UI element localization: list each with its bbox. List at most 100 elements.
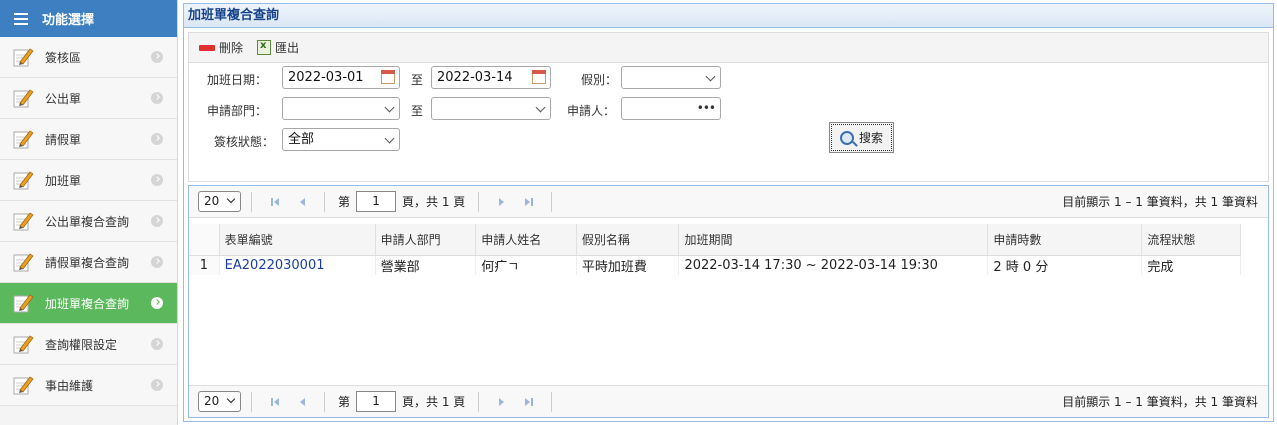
table-cell: 平時加班費 xyxy=(576,255,680,275)
status-label: 簽核狀態： xyxy=(214,135,275,149)
table-cell[interactable]: EA2022030001 xyxy=(219,255,376,275)
page-info: 目前顯示 1 – 1 筆資料，共 1 筆資料 xyxy=(1062,395,1258,409)
page-suffix: 頁，共 1 頁 xyxy=(402,195,466,209)
row-number: 1 xyxy=(189,255,220,275)
edit-icon xyxy=(12,128,34,150)
calendar-icon[interactable] xyxy=(532,70,546,84)
column-header[interactable]: 假別名稱 xyxy=(576,224,680,256)
date-from-value: 2022-03-01 xyxy=(288,70,364,85)
table-cell: 完成 xyxy=(1141,255,1241,275)
sidebar-item[interactable]: 公出單複合查詢 xyxy=(0,201,177,242)
chevron-down-icon xyxy=(535,102,546,113)
leave-type-select[interactable] xyxy=(621,66,721,89)
status-value: 全部 xyxy=(288,132,315,147)
sidebar-item[interactable]: 簽核區 xyxy=(0,37,177,78)
chevron-right-icon xyxy=(151,215,163,227)
divider xyxy=(251,191,252,212)
sidebar-item-label: 公出單複合查詢 xyxy=(45,214,130,229)
pager-top: 20 第 1 頁，共 1 頁 目前顯示 1 – 1 筆資料，共 1 筆資料 xyxy=(189,186,1268,218)
leave-type-label: 假別： xyxy=(581,73,618,87)
calendar-icon[interactable] xyxy=(381,70,395,84)
edit-icon xyxy=(12,87,34,109)
chevron-right-icon xyxy=(151,256,163,268)
sidebar-header: 功能選擇 xyxy=(0,0,177,37)
sidebar-item[interactable]: 查詢權限設定 xyxy=(0,324,177,365)
last-page-icon[interactable] xyxy=(521,195,535,209)
sidebar-item-label: 事由維護 xyxy=(45,378,94,393)
divider xyxy=(478,191,480,212)
dept-to-select[interactable] xyxy=(431,97,551,120)
export-button[interactable]: 匯出 xyxy=(257,39,299,56)
date-label: 加班日期： xyxy=(207,73,268,87)
chevron-right-icon xyxy=(151,297,163,309)
pager-bottom: 20 第 1 頁，共 1 頁 目前顯示 1 – 1 筆資料，共 1 筆資料 xyxy=(189,385,1268,417)
sidebar-item[interactable]: 事由維護 xyxy=(0,365,177,406)
date-from-field[interactable]: 2022-03-01 xyxy=(282,66,400,89)
sidebar-item[interactable]: 加班單複合查詢 xyxy=(0,283,177,324)
column-header[interactable]: 申請人部門 xyxy=(375,224,477,256)
column-header[interactable]: 表單編號 xyxy=(219,224,376,256)
chevron-right-icon xyxy=(151,379,163,391)
divider xyxy=(551,191,553,212)
column-header[interactable]: 申請時數 xyxy=(987,224,1143,256)
page-size-value: 20 xyxy=(204,194,220,208)
export-label: 匯出 xyxy=(275,41,300,55)
chevron-down-icon xyxy=(384,102,395,113)
sidebar-item-label: 加班單複合查詢 xyxy=(45,296,130,311)
page-prefix: 第 xyxy=(338,195,351,209)
page-title: 加班單複合查詢 xyxy=(184,4,1273,28)
prev-page-icon[interactable] xyxy=(294,395,308,409)
delete-icon xyxy=(199,44,215,51)
divider xyxy=(478,391,480,412)
applicant-field[interactable]: ••• xyxy=(621,97,721,120)
table-cell: 何疒ㄱ xyxy=(475,255,577,275)
edit-icon xyxy=(12,210,34,232)
chevron-down-icon xyxy=(705,71,716,82)
sidebar-item-label: 公出單 xyxy=(45,91,82,106)
table-cell: 2 時 0 分 xyxy=(987,255,1143,275)
page-size-select[interactable]: 20 xyxy=(198,191,241,212)
sidebar-item[interactable]: 請假單複合查詢 xyxy=(0,242,177,283)
next-page-icon[interactable] xyxy=(495,195,509,209)
first-page-icon[interactable] xyxy=(268,395,282,409)
edit-icon xyxy=(12,46,34,68)
column-header[interactable]: 加班期間 xyxy=(678,224,989,256)
date-to-field[interactable]: 2022-03-14 xyxy=(431,66,551,89)
column-header[interactable]: 申請人姓名 xyxy=(475,224,577,256)
main-panel: 加班單複合查詢 刪除 匯出 加班日期： 2022-03-01 至 2022-03… xyxy=(183,3,1274,422)
toolbar: 刪除 匯出 xyxy=(188,32,1269,62)
page-input[interactable]: 1 xyxy=(356,391,397,412)
dept-label: 申請部門： xyxy=(207,104,268,118)
search-button[interactable]: 搜索 xyxy=(829,122,894,153)
chevron-right-icon xyxy=(151,133,163,145)
status-select[interactable]: 全部 xyxy=(282,128,400,151)
chevron-right-icon xyxy=(151,92,163,104)
sidebar-item[interactable]: 公出單 xyxy=(0,78,177,119)
delete-button[interactable]: 刪除 xyxy=(199,39,243,56)
column-header[interactable]: 流程狀態 xyxy=(1141,224,1241,256)
sidebar-item-label: 簽核區 xyxy=(45,50,82,65)
page-size-select[interactable]: 20 xyxy=(198,391,241,412)
dept-from-select[interactable] xyxy=(282,97,400,120)
first-page-icon[interactable] xyxy=(268,195,282,209)
excel-icon xyxy=(257,40,272,55)
applicant-label: 申請人： xyxy=(567,104,616,118)
next-page-icon[interactable] xyxy=(495,395,509,409)
result-table: 表單編號 申請人部門 申請人姓名 假別名稱 加班期間 申請時數 流程狀態 1 EA202203… xyxy=(189,224,1241,275)
last-page-icon[interactable] xyxy=(521,395,535,409)
sidebar-item[interactable]: 請假單 xyxy=(0,119,177,160)
chevron-right-icon xyxy=(151,51,163,63)
chevron-down-icon xyxy=(226,394,236,404)
table-row[interactable]: 1 EA2022030001 營業部 何疒ㄱ 平時加班費 2022-03-14 17:30… xyxy=(189,255,1241,275)
page-size-value: 20 xyxy=(204,394,220,408)
chevron-down-icon xyxy=(384,133,395,144)
sidebar-item-label: 請假單 xyxy=(45,132,82,147)
search-button-label: 搜索 xyxy=(858,131,883,145)
page-input[interactable]: 1 xyxy=(356,191,397,212)
sidebar-item[interactable]: 加班單 xyxy=(0,160,177,201)
edit-icon xyxy=(12,292,34,314)
edit-icon xyxy=(12,333,34,355)
more-icon[interactable]: ••• xyxy=(697,98,716,119)
prev-page-icon[interactable] xyxy=(294,195,308,209)
date-to-label: 至 xyxy=(411,73,424,87)
